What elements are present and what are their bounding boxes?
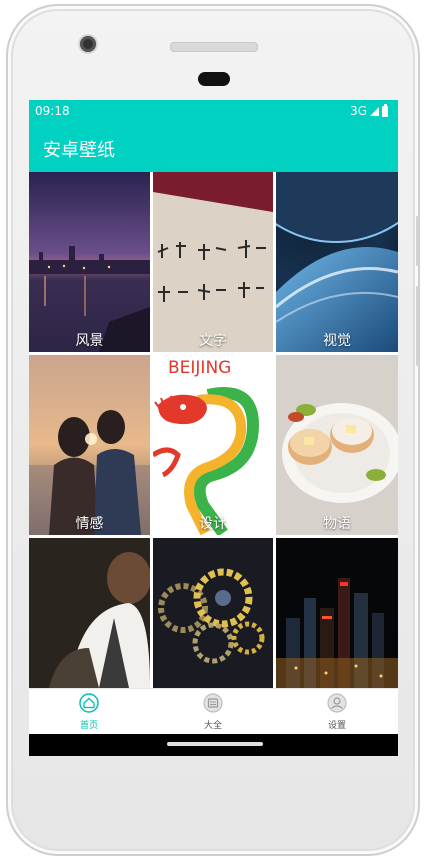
earpiece [198, 72, 230, 86]
category-tile-text[interactable]: 文字 [153, 172, 273, 352]
nav-item-home[interactable]: 首页 [59, 693, 119, 731]
nav-label: 大全 [203, 721, 222, 731]
category-tile-visual[interactable]: 视觉 [276, 172, 398, 352]
category-tile-scenery[interactable]: 风景 [29, 172, 150, 352]
illustration-text: BEIJING [168, 358, 231, 378]
volume-button [416, 286, 419, 366]
nav-item-catalog[interactable]: 大全 [183, 693, 243, 731]
phone-screen: 09:18 3G 安卓壁纸 风景 文字 视觉 情感 BEIJING 设计 物语 … [29, 100, 398, 756]
category-tile-story[interactable]: 物语 [276, 355, 398, 535]
bottom-navigation: 首页 大全 设置 [29, 688, 398, 735]
wallpaper-grid: 风景 文字 视觉 情感 BEIJING 设计 物语 [29, 172, 398, 688]
tile-label: 物语 [323, 516, 351, 532]
tile-label: 视觉 [323, 333, 351, 349]
night-harbor-photo [29, 172, 150, 352]
power-button [416, 216, 419, 266]
beijing-dragon-illustration: BEIJING [153, 355, 273, 535]
profile-icon [327, 693, 347, 713]
calligraphy-photo [153, 172, 273, 352]
tile-label: 设计 [199, 516, 227, 532]
city-night-skyline-photo [276, 538, 398, 688]
app-title: 安卓壁纸 [43, 140, 115, 161]
category-tile-portrait[interactable] [29, 538, 150, 688]
app-bar: 安卓壁纸 [29, 122, 398, 172]
category-tile-design[interactable]: BEIJING 设计 [153, 355, 273, 535]
nav-item-settings[interactable]: 设置 [307, 693, 367, 731]
system-navigation-bar [29, 734, 398, 756]
couple-sunset-photo [29, 355, 150, 535]
tile-label: 情感 [75, 516, 104, 532]
gears-heart-photo [153, 538, 273, 688]
list-icon [203, 693, 223, 713]
status-time: 09:18 [35, 104, 70, 118]
man-portrait-photo [29, 538, 150, 688]
category-tile-emotion[interactable]: 情感 [29, 355, 150, 535]
category-tile-gears[interactable] [153, 538, 273, 688]
signal-icon [370, 106, 379, 116]
status-bar: 09:18 3G [29, 100, 398, 122]
home-gesture-pill[interactable] [167, 742, 263, 746]
battery-icon [382, 103, 388, 117]
home-icon [79, 693, 99, 713]
tile-label: 文字 [199, 333, 227, 349]
top-speaker-grille [170, 42, 258, 52]
nav-label: 首页 [79, 721, 98, 731]
planet-space-photo [276, 172, 398, 352]
tile-label: 风景 [75, 333, 104, 349]
nav-label: 设置 [327, 721, 346, 731]
category-tile-city[interactable] [276, 538, 398, 688]
pancakes-plate-photo [276, 355, 398, 535]
front-camera [80, 36, 96, 52]
network-type: 3G [350, 104, 367, 118]
